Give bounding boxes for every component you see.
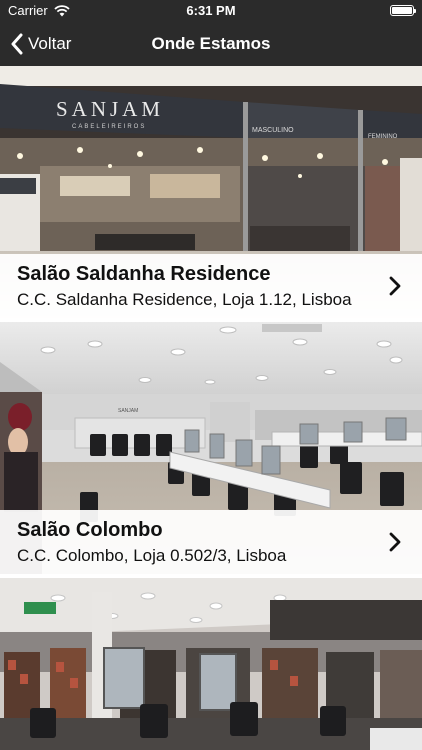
back-label: Voltar <box>28 34 72 53</box>
chevron-right-icon <box>389 532 401 552</box>
location-info-colombo: Salão Colombo C.C. Colombo, Loja 0.502/3… <box>0 510 422 574</box>
chevron-left-icon <box>11 33 23 55</box>
store-sign-sub: CABELEIREIROS <box>72 124 146 130</box>
location-name: Salão Saldanha Residence <box>17 263 271 285</box>
location-info-saldanha: Salão Saldanha Residence C.C. Saldanha R… <box>0 254 422 318</box>
back-button[interactable]: Voltar <box>10 29 71 59</box>
location-card-saldanha[interactable]: SANJAM CABELEIREIROS MASCULINO FEMININO <box>0 66 422 322</box>
chevron-right-icon <box>389 276 401 296</box>
status-bar: Carrier 6:31 PM <box>0 0 422 22</box>
navigation-bar: Voltar Onde Estamos <box>0 22 422 66</box>
battery-icon <box>390 5 416 16</box>
location-name: Salão Colombo <box>17 519 163 541</box>
location-card-third[interactable] <box>0 578 422 750</box>
top-bar: Carrier 6:31 PM Voltar Onde Estamos <box>0 0 422 66</box>
locations-list[interactable]: SANJAM CABELEIREIROS MASCULINO FEMININO <box>0 66 422 750</box>
location-card-colombo[interactable]: SANJAM Salão Colombo C.C. Colombo, Loja … <box>0 322 422 578</box>
status-time: 6:31 PM <box>186 3 236 18</box>
location-photo-third <box>0 578 422 750</box>
store-sign-section-1: MASCULINO <box>252 127 294 134</box>
location-address: C.C. Colombo, Loja 0.502/3, Lisboa <box>17 546 287 565</box>
location-address: C.C. Saldanha Residence, Loja 1.12, Lisb… <box>17 290 352 309</box>
store-sign-brand: SANJAM <box>56 97 164 121</box>
wall-sign: SANJAM <box>118 408 138 414</box>
